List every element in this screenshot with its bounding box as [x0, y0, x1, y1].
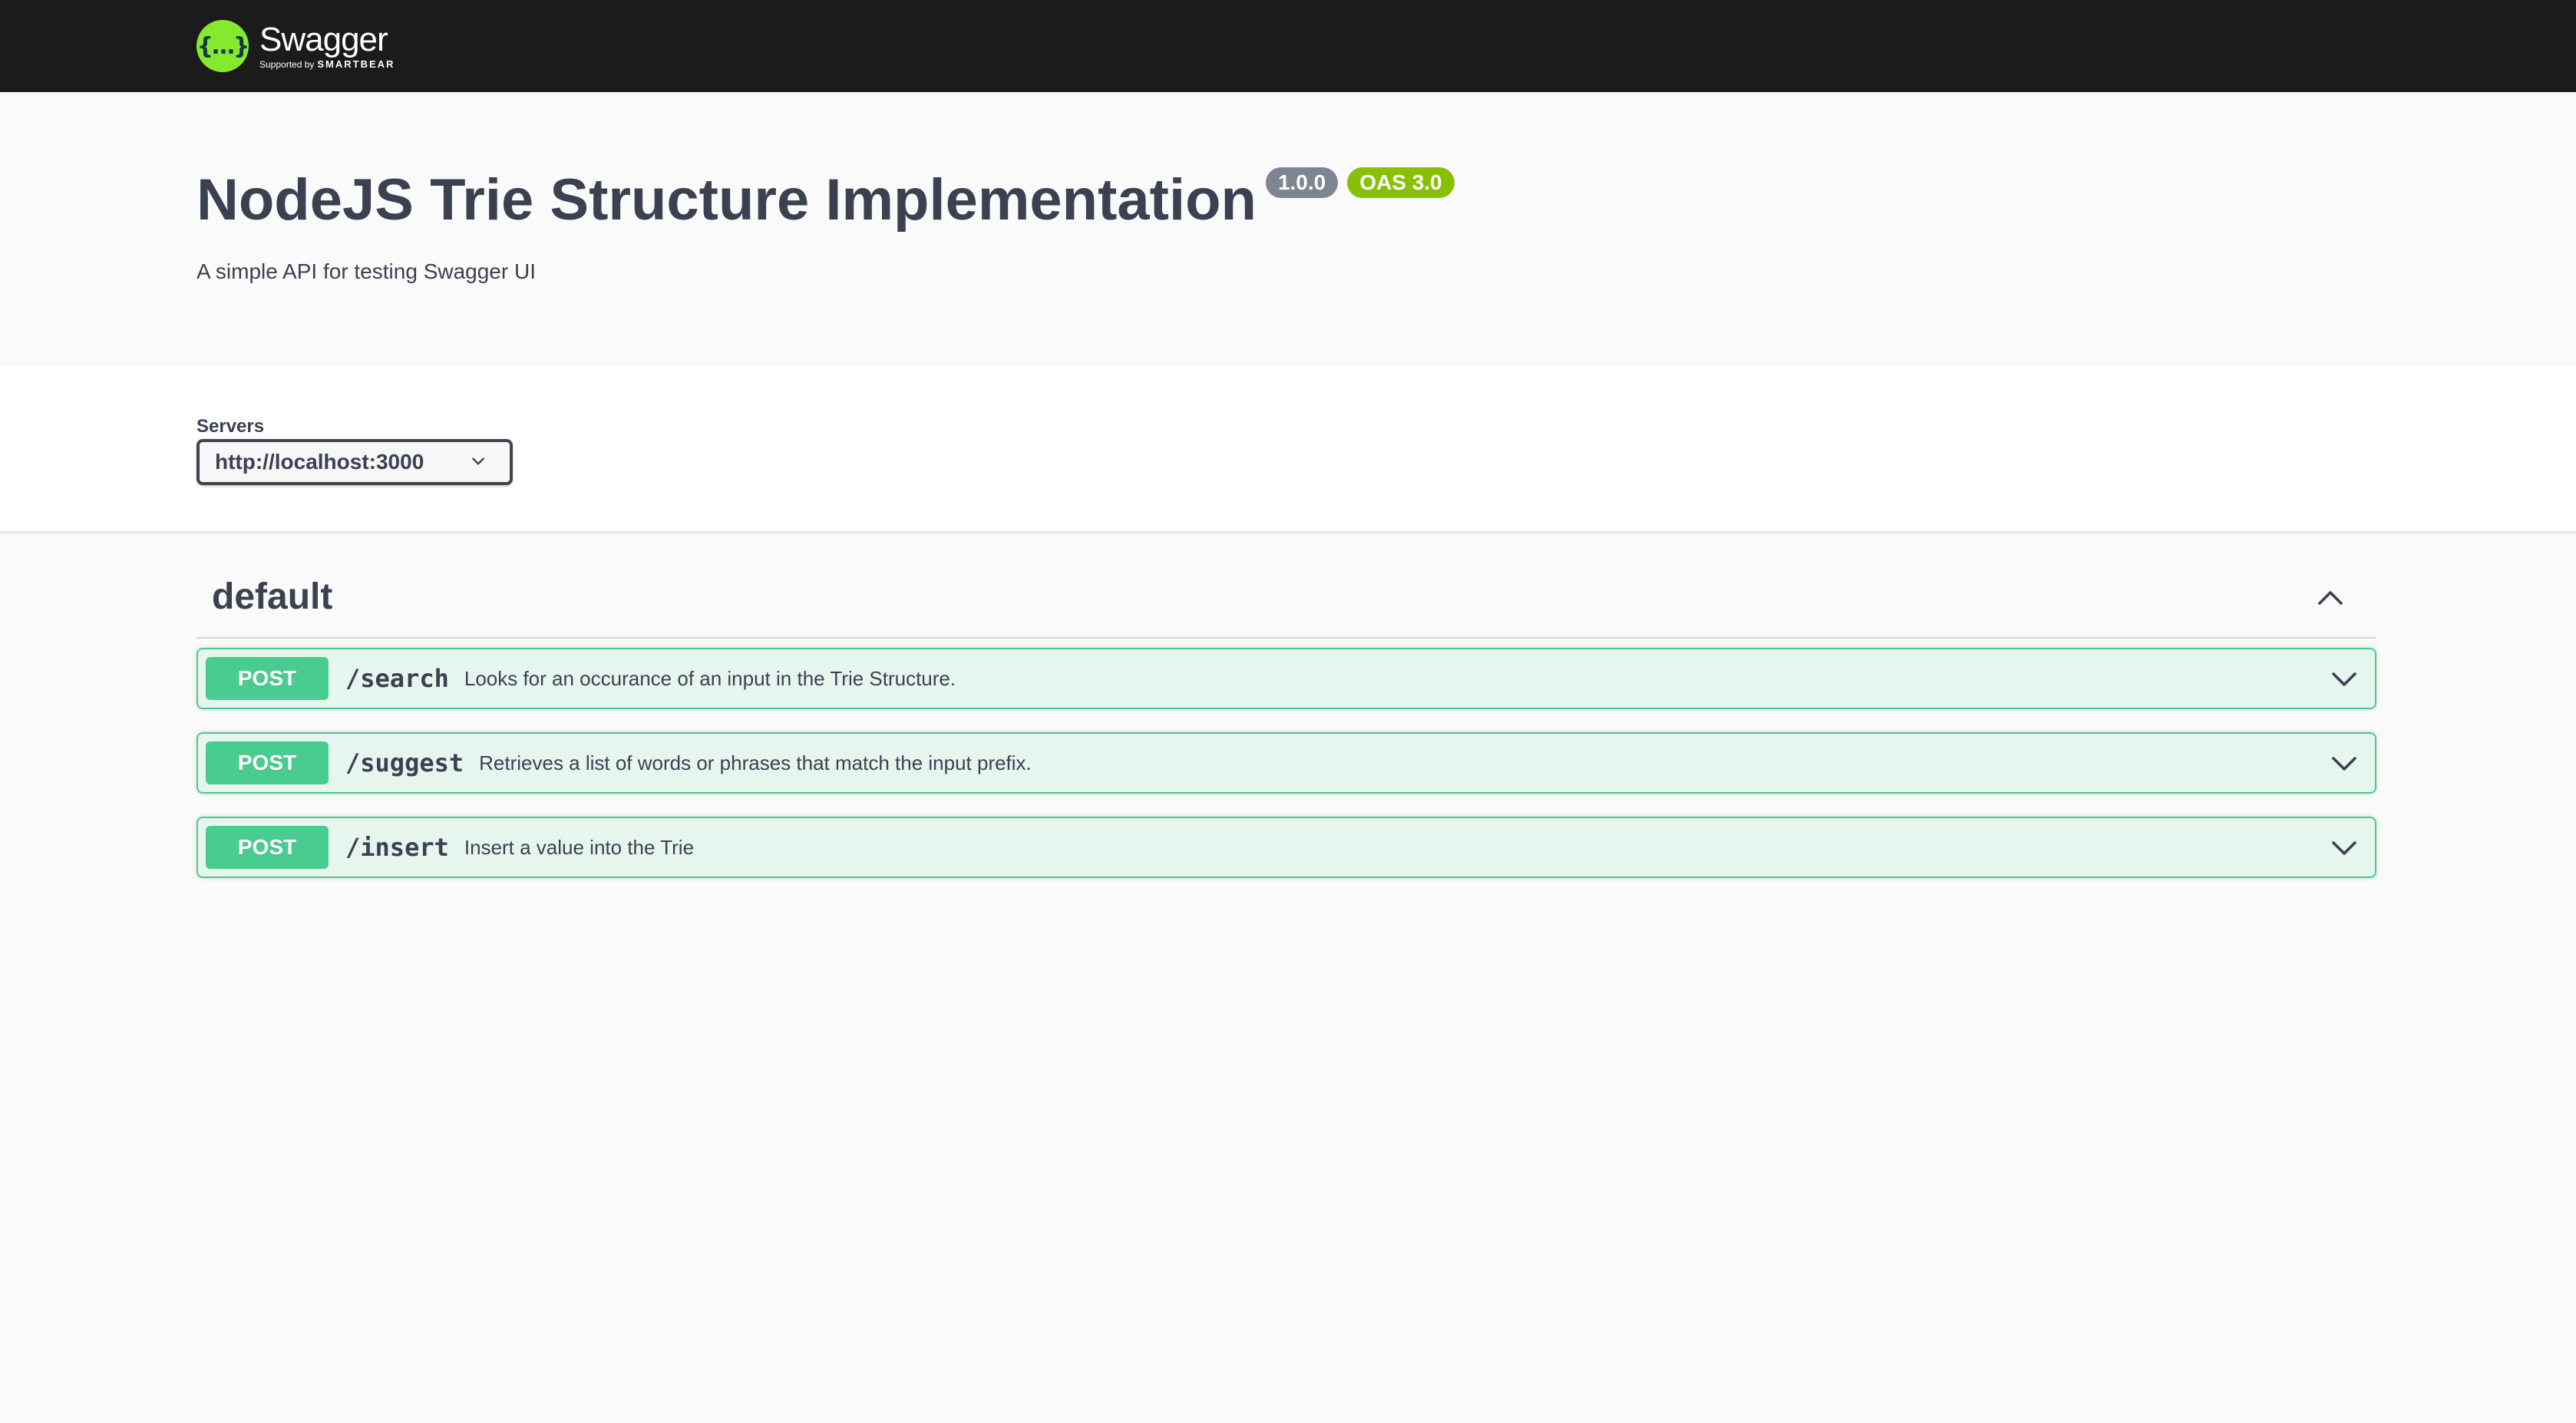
- method-badge: POST: [206, 657, 329, 700]
- logo-text: Swagger Supported by SMARTBEAR: [259, 21, 395, 71]
- operation-summary: Insert a value into the Trie: [464, 835, 695, 859]
- method-badge: POST: [206, 826, 329, 869]
- method-badge: POST: [206, 741, 329, 784]
- version-badge: 1.0.0: [1265, 167, 1339, 198]
- operation-post-search[interactable]: POST /search Looks for an occurance of a…: [197, 648, 2376, 709]
- operation-path: /insert: [345, 833, 449, 862]
- chevron-down-icon[interactable]: [2329, 832, 2360, 863]
- operation-summary: Retrieves a list of words or phrases tha…: [479, 751, 1032, 774]
- title-row: NodeJS Trie Structure Implementation 1.0…: [197, 166, 1455, 235]
- tag-header-default[interactable]: default: [197, 565, 2376, 639]
- tag-name: default: [212, 576, 333, 617]
- chevron-down-icon: [472, 457, 484, 465]
- operation-post-insert[interactable]: POST /insert Insert a value into the Tri…: [197, 817, 2376, 878]
- chevron-down-icon[interactable]: [2329, 663, 2360, 694]
- swagger-logo-icon: {…}: [197, 20, 249, 72]
- info-section: NodeJS Trie Structure Implementation 1.0…: [0, 92, 2576, 365]
- operation-summary: Looks for an occurance of an input in th…: [464, 666, 956, 690]
- operation-path: /search: [345, 664, 449, 693]
- logo-sub-prefix: Supported by: [259, 59, 315, 70]
- operation-path: /suggest: [345, 748, 464, 778]
- oas-badge: OAS 3.0: [1347, 167, 1455, 198]
- logo-name: Swagger: [259, 21, 388, 58]
- topbar: {…} Swagger Supported by SMARTBEAR: [0, 0, 2576, 92]
- servers-section: Servers http://localhost:3000: [0, 365, 2576, 531]
- operation-post-suggest[interactable]: POST /suggest Retrieves a list of words …: [197, 732, 2376, 794]
- server-select-value: http://localhost:3000: [215, 450, 424, 474]
- swagger-logo[interactable]: {…} Swagger Supported by SMARTBEAR: [197, 15, 395, 77]
- servers-label: Servers: [197, 416, 265, 437]
- chevron-down-icon[interactable]: [2329, 748, 2360, 778]
- api-description: A simple API for testing Swagger UI: [197, 259, 536, 283]
- logo-sub-brand: SMARTBEAR: [317, 58, 395, 70]
- server-select[interactable]: http://localhost:3000: [197, 439, 513, 485]
- chevron-up-icon[interactable]: [2315, 583, 2346, 614]
- page-title: NodeJS Trie Structure Implementation: [197, 167, 1257, 233]
- logo-subtitle: Supported by SMARTBEAR: [259, 58, 395, 71]
